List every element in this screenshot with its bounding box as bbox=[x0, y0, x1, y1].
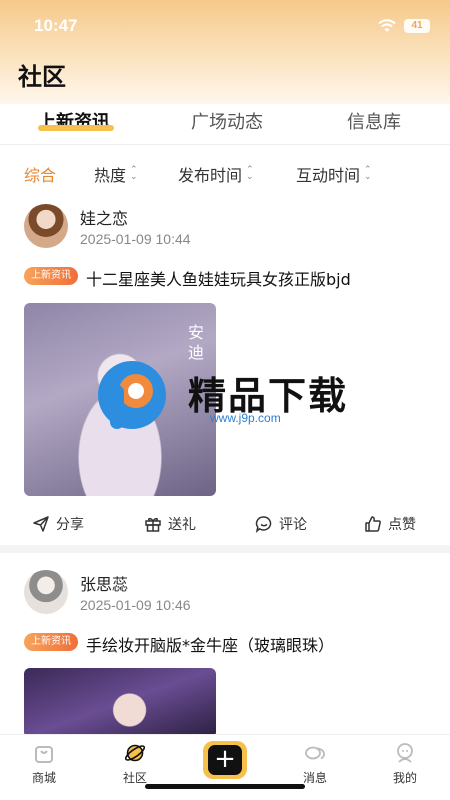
nav-profile-label: 我的 bbox=[392, 771, 417, 785]
tab-info-library[interactable]: 信息库 bbox=[347, 108, 401, 134]
shopping-bag-icon bbox=[35, 746, 53, 763]
filter-popularity[interactable]: 热度 ⌃ ⌄ bbox=[94, 162, 138, 186]
filter-interaction-time[interactable]: 互动时间 ⌃ ⌄ bbox=[296, 162, 372, 186]
person-icon bbox=[397, 743, 413, 763]
post-title[interactable]: 十二星座美人鱼娃娃玩具女孩正版bjd bbox=[86, 266, 351, 290]
battery-indicator: 41 bbox=[404, 19, 430, 33]
planet-icon bbox=[124, 744, 146, 762]
nav-mall[interactable]: 商城 bbox=[14, 741, 74, 786]
post-image[interactable] bbox=[24, 668, 216, 738]
thumbs-up-icon bbox=[365, 516, 381, 532]
post-author[interactable]: 娃之恋 bbox=[80, 205, 128, 229]
bottom-nav: 商城 社区 + 消息 我的 bbox=[0, 734, 450, 800]
filter-publish-time-label: 发布时间 bbox=[178, 166, 243, 185]
like-label: 点赞 bbox=[388, 517, 416, 533]
comment-label: 评论 bbox=[279, 517, 307, 533]
wifi-icon bbox=[378, 19, 396, 32]
tabs-divider bbox=[0, 144, 450, 145]
share-label: 分享 bbox=[56, 517, 84, 533]
post-time: 2025-01-09 10:44 bbox=[80, 231, 191, 247]
tab-square-feed[interactable]: 广场动态 bbox=[191, 108, 263, 134]
filter-overall[interactable]: 综合 bbox=[24, 162, 56, 186]
filter-bar: 综合 热度 ⌃ ⌄ 发布时间 ⌃ ⌄ 互动时间 ⌃ ⌄ bbox=[0, 150, 450, 194]
status-time: 10:47 bbox=[34, 16, 78, 35]
nav-messages[interactable]: 消息 bbox=[285, 741, 345, 786]
filter-interaction-time-label: 互动时间 bbox=[296, 166, 361, 185]
post-image[interactable]: 安 迪 bbox=[24, 303, 216, 496]
plus-icon: + bbox=[208, 745, 242, 775]
comment-icon bbox=[255, 516, 272, 533]
post-author[interactable]: 张思蕊 bbox=[80, 571, 128, 595]
gift-icon bbox=[145, 517, 161, 532]
avatar[interactable] bbox=[24, 570, 68, 614]
post-separator bbox=[0, 545, 450, 553]
filter-popularity-label: 热度 bbox=[94, 166, 127, 185]
post-actions: 分享 送礼 评论 点赞 bbox=[0, 510, 450, 538]
post-tag-badge: 上新资讯 bbox=[24, 267, 78, 285]
nav-profile[interactable]: 我的 bbox=[375, 741, 435, 786]
active-tab-indicator bbox=[38, 125, 114, 131]
filter-publish-time[interactable]: 发布时间 ⌃ ⌄ bbox=[178, 162, 254, 186]
share-button[interactable]: 分享 bbox=[32, 514, 84, 534]
chat-bubbles-icon bbox=[305, 746, 325, 760]
status-bar: 10:47 41 bbox=[0, 0, 450, 50]
avatar[interactable] bbox=[24, 204, 68, 248]
watermark-url: www.j9p.com bbox=[210, 411, 281, 425]
filter-overall-label: 综合 bbox=[24, 166, 57, 185]
gift-label: 送礼 bbox=[168, 517, 196, 533]
page-title: 社区 bbox=[18, 63, 66, 91]
gift-button[interactable]: 送礼 bbox=[144, 514, 196, 534]
post-image-caption: 安 迪 bbox=[187, 323, 204, 362]
sort-arrows-icon: ⌃ ⌄ bbox=[246, 165, 254, 182]
nav-community[interactable]: 社区 bbox=[105, 741, 165, 786]
home-indicator bbox=[145, 784, 305, 789]
post-time: 2025-01-09 10:46 bbox=[80, 597, 191, 613]
sort-arrows-icon: ⌃ ⌄ bbox=[130, 165, 138, 182]
comment-button[interactable]: 评论 bbox=[255, 514, 307, 534]
create-post-button[interactable]: + bbox=[203, 741, 247, 779]
post-tag-badge: 上新资讯 bbox=[24, 633, 78, 651]
share-icon bbox=[33, 516, 49, 532]
like-button[interactable]: 点赞 bbox=[364, 514, 416, 534]
tab-bar: 上新资讯 广场动态 信息库 bbox=[0, 104, 450, 144]
nav-mall-label: 商城 bbox=[31, 771, 56, 785]
sort-arrows-icon: ⌃ ⌄ bbox=[364, 165, 372, 182]
post-title[interactable]: 手绘妆开脑版*金牛座（玻璃眼珠） bbox=[86, 632, 334, 656]
status-icons: 41 bbox=[378, 19, 430, 33]
